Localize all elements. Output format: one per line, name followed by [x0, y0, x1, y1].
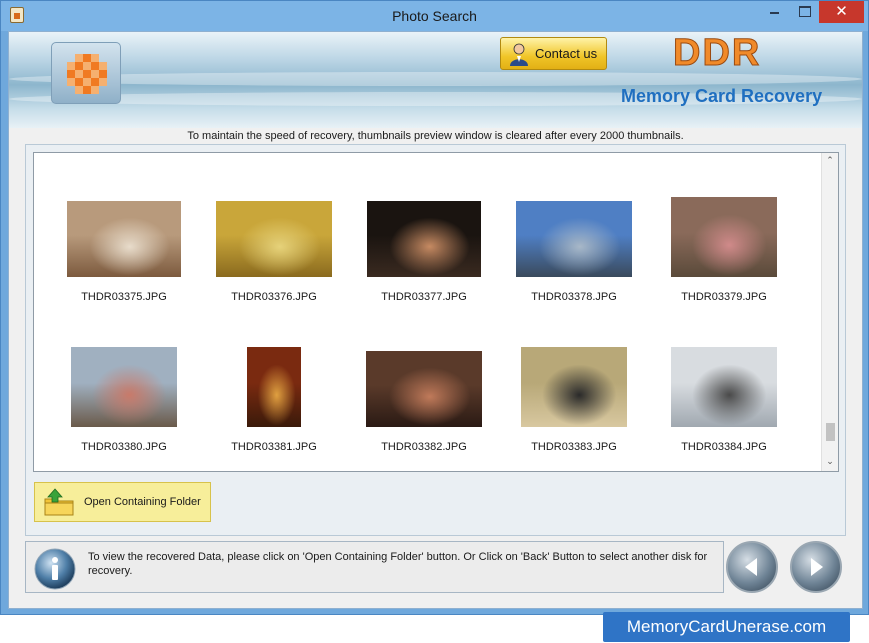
logo-grid-icon [67, 54, 107, 94]
thumbnail-filename: THDR03382.JPG [381, 441, 467, 453]
thumbnail-image [247, 347, 301, 427]
thumbnail-item[interactable]: THDR03375.JPG [54, 193, 194, 303]
thumbnail-filename: THDR03376.JPG [231, 291, 317, 303]
thumbnail-item[interactable]: THDR03381.JPG [204, 343, 344, 453]
folder-upload-icon [44, 488, 74, 516]
scroll-up-button[interactable]: ⌃ [822, 153, 838, 170]
instruction-text: To view the recovered Data, please click… [88, 551, 708, 577]
app-window: Photo Search ✕ Contact us DDR Memory Car… [0, 0, 869, 615]
thumbnail-filename: THDR03381.JPG [231, 441, 317, 453]
thumbnail-filename: THDR03384.JPG [681, 441, 767, 453]
thumbnail-image [671, 347, 777, 427]
thumbnail-filename: THDR03375.JPG [81, 291, 167, 303]
minimize-button[interactable] [759, 1, 789, 23]
thumbnail-image [671, 197, 777, 277]
contact-us-label: Contact us [535, 46, 598, 61]
watermark-text: MemoryCardUnerase.com [626, 617, 827, 636]
thumbnail-item[interactable]: THDR03379.JPG [654, 193, 794, 303]
thumbnail-item[interactable]: THDR03376.JPG [204, 193, 344, 303]
header-banner: Contact us DDR Memory Card Recovery [9, 32, 862, 128]
thumbnail-item[interactable]: THDR03384.JPG [654, 343, 794, 453]
maximize-button[interactable] [789, 1, 819, 23]
scroll-down-button[interactable]: ⌄ [822, 454, 838, 471]
thumbnail-notice: To maintain the speed of recovery, thumb… [187, 130, 684, 142]
thumbnail-image [366, 351, 482, 427]
close-button[interactable]: ✕ [819, 1, 864, 23]
support-person-icon [510, 43, 528, 66]
thumbnail-item[interactable]: THDR03383.JPG [504, 343, 644, 453]
product-name: Memory Card Recovery [621, 86, 823, 106]
window-title: Photo Search [392, 8, 477, 24]
thumbnail-filename: THDR03383.JPG [531, 441, 617, 453]
thumbnail-image [367, 201, 481, 277]
thumbnail-image [521, 347, 627, 427]
thumbnail-preview[interactable]: THDR03375.JPG THDR03376.JPG THDR03377.JPG T… [33, 152, 839, 472]
thumbnail-item[interactable]: THDR03382.JPG [354, 343, 494, 453]
info-icon [34, 548, 76, 590]
open-folder-label: Open Containing Folder [84, 496, 201, 508]
thumbnail-item[interactable]: THDR03380.JPG [54, 343, 194, 453]
arrow-left-icon [745, 558, 757, 576]
app-logo [51, 42, 121, 104]
thumbnail-item[interactable]: THDR03378.JPG [504, 193, 644, 303]
brand-logo-text: DDR [672, 32, 762, 75]
thumbnail-filename: THDR03380.JPG [81, 441, 167, 453]
vertical-scrollbar[interactable]: ⌃ ⌄ [821, 153, 838, 471]
client-area: Contact us DDR Memory Card Recovery To m… [8, 31, 863, 609]
next-button[interactable] [790, 541, 842, 593]
thumbnail-filename: THDR03377.JPG [381, 291, 467, 303]
thumbnail-image [516, 201, 632, 277]
thumbnail-item[interactable]: THDR03377.JPG [354, 193, 494, 303]
open-containing-folder-button[interactable]: Open Containing Folder [34, 482, 211, 522]
contact-us-button[interactable]: Contact us [500, 37, 607, 70]
website-watermark: MemoryCardUnerase.com [603, 612, 850, 642]
results-panel: THDR03375.JPG THDR03376.JPG THDR03377.JPG T… [25, 144, 846, 536]
thumbnail-image [216, 201, 332, 277]
instruction-bar: To view the recovered Data, please click… [25, 541, 724, 593]
back-button[interactable] [726, 541, 778, 593]
thumbnail-image [71, 347, 177, 427]
title-bar[interactable]: Photo Search ✕ [1, 1, 868, 31]
arrow-right-icon [811, 558, 823, 576]
thumbnail-filename: THDR03378.JPG [531, 291, 617, 303]
thumbnail-image [67, 201, 181, 277]
thumbnail-filename: THDR03379.JPG [681, 291, 767, 303]
scrollbar-thumb[interactable] [826, 423, 835, 441]
